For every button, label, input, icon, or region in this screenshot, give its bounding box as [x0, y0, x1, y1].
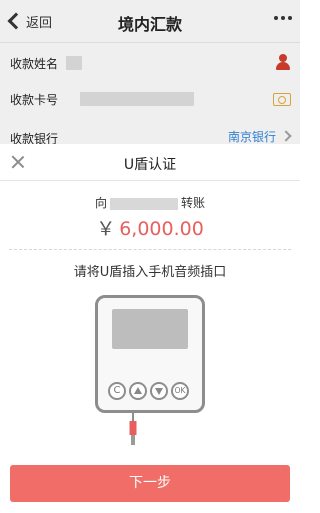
payee-name-row[interactable]: 收款姓名	[0, 43, 300, 84]
amount-value: 6,000.00	[119, 218, 204, 240]
camera-icon[interactable]	[273, 93, 291, 106]
divider	[9, 249, 291, 250]
device-button-down	[150, 382, 168, 400]
person-icon[interactable]	[276, 54, 290, 70]
sheet-header: U盾认证	[0, 144, 300, 181]
card-number-value-masked	[80, 92, 194, 106]
payee-name-value-masked	[66, 56, 82, 70]
transfer-amount: ￥ 6,000.00	[0, 214, 300, 241]
page-title: 境内汇款	[117, 15, 182, 34]
triangle-up-icon	[134, 387, 142, 394]
payee-name-label: 收款姓名	[10, 57, 59, 71]
top-bar: 返回 境内汇款	[0, 0, 300, 43]
triangle-down-icon	[155, 388, 163, 395]
device-button-c: C	[108, 382, 126, 400]
device-button-up	[129, 382, 147, 400]
recipient-name-masked	[110, 197, 178, 210]
more-button[interactable]	[274, 16, 292, 20]
ukey-device-illustration: C OK	[95, 295, 205, 413]
more-dot-icon	[288, 16, 292, 20]
currency-symbol: ￥	[96, 218, 116, 240]
more-dot-icon	[274, 16, 278, 20]
audio-plug-icon	[129, 413, 137, 445]
card-number-label: 收款卡号	[10, 93, 59, 107]
transfer-suffix: 转账	[181, 196, 206, 210]
more-dot-icon	[281, 16, 285, 20]
next-step-button[interactable]: 下一步	[10, 465, 290, 502]
ukey-auth-sheet: U盾认证 向 转账 ￥ 6,000.00 请将U盾插入手机音频插口 C OK 下一步	[0, 144, 300, 513]
instruction-text: 请将U盾插入手机音频插口	[73, 265, 227, 280]
bank-value[interactable]: 南京银行	[228, 128, 276, 145]
device-button-ok: OK	[171, 382, 189, 400]
transfer-prefix: 向	[94, 196, 107, 210]
transfer-recipient-line: 向 转账	[0, 194, 300, 211]
chevron-right-icon	[280, 130, 292, 142]
device-screen	[112, 309, 188, 349]
sheet-title: U盾认证	[123, 157, 177, 173]
device-buttons: C OK	[108, 382, 189, 400]
card-number-row[interactable]: 收款卡号	[0, 79, 300, 120]
